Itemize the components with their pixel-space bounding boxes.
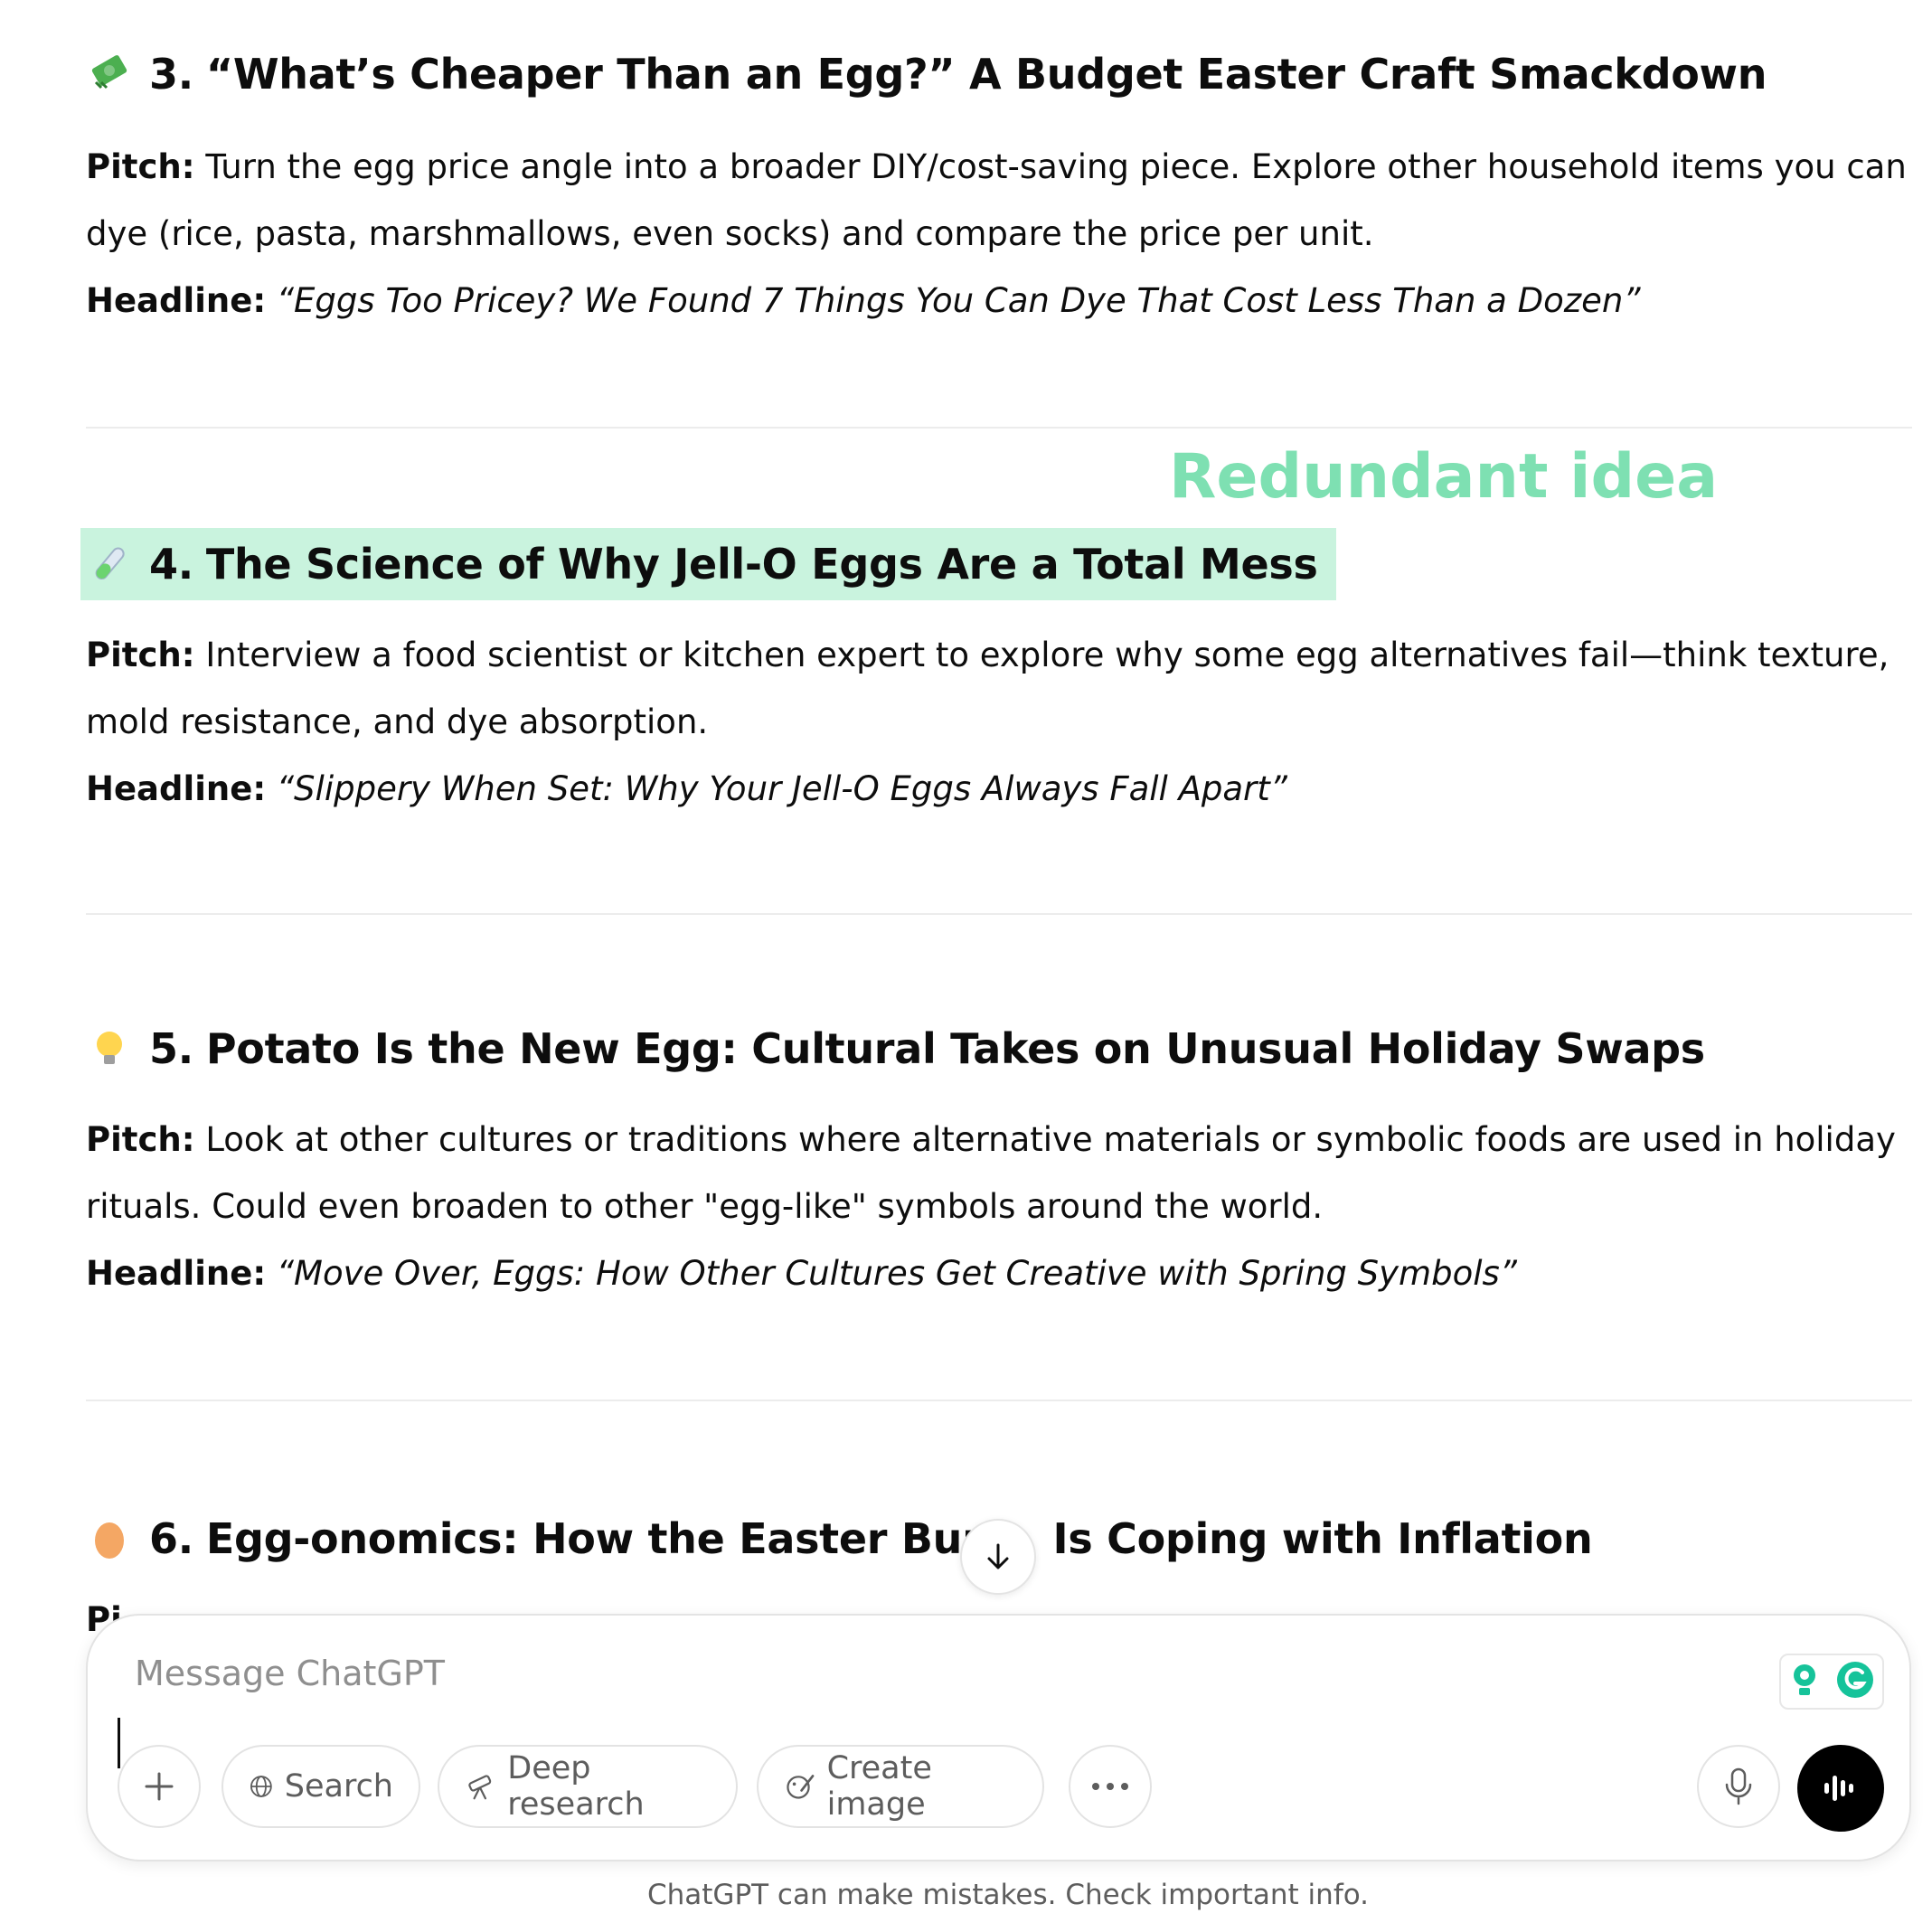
message-composer: Message ChatGPT Search Deep research Cre… [86, 1614, 1911, 1861]
divider [86, 1400, 1912, 1401]
section-title: “What’s Cheaper Than an Egg?” A Budget E… [205, 50, 1767, 99]
pitch-text-line1: Look at other cultures or traditions whe… [205, 1120, 1896, 1159]
create-image-button[interactable]: Create image [757, 1745, 1044, 1828]
voice-mode-button[interactable] [1797, 1745, 1884, 1832]
deep-research-button-label: Deep research [507, 1750, 645, 1823]
microphone-icon [1725, 1767, 1752, 1805]
pitch-label: Pitch: [86, 1120, 195, 1159]
money-with-wings-icon [86, 51, 133, 98]
headline-text: “Move Over, Eggs: How Other Cultures Get… [276, 1254, 1517, 1293]
image-brush-icon [787, 1775, 815, 1799]
headline-label: Headline: [86, 769, 267, 808]
text-caret [118, 1718, 120, 1768]
pitch-text-line1: Turn the egg price angle into a broader … [205, 147, 1907, 186]
globe-icon [250, 1776, 272, 1797]
section-number: 3. [149, 50, 193, 99]
section-title: Potato Is the New Egg: Cultural Takes on… [205, 1024, 1705, 1073]
more-options-button[interactable] [1069, 1745, 1152, 1828]
section-title-part2: Is Coping with Inflation [1052, 1514, 1593, 1563]
search-button[interactable]: Search [221, 1745, 420, 1828]
section-heading: 5. Potato Is the New Egg: Cultural Takes… [86, 1013, 1705, 1085]
deep-research-button[interactable]: Deep research [438, 1745, 738, 1828]
section-title: The Science of Why Jell-O Eggs Are a Tot… [205, 540, 1318, 589]
section-title-part1: Egg-onomics: How the Easter Bun [205, 1514, 992, 1563]
divider [86, 913, 1912, 915]
disclaimer-text: ChatGPT can make mistakes. Check importa… [646, 1879, 1370, 1911]
headline-text: “Slippery When Set: Why Your Jell-O Eggs… [276, 769, 1287, 808]
scroll-down-button[interactable] [960, 1519, 1036, 1595]
grammarly-icon[interactable] [1835, 1660, 1875, 1703]
search-button-label: Search [284, 1768, 393, 1805]
dictate-button[interactable] [1697, 1745, 1780, 1828]
section-heading: 6. Egg-onomics: How the Easter Bun Is Co… [86, 1503, 1593, 1575]
pitch-paragraph: Pitch: Interview a food scientist or kit… [86, 622, 1912, 823]
light-bulb-icon [86, 1025, 133, 1072]
headline-label: Headline: [86, 1254, 267, 1293]
pitch-paragraph: Pitch: Look at other cultures or traditi… [86, 1107, 1912, 1307]
headline-label: Headline: [86, 281, 267, 320]
ellipsis-icon [1092, 1783, 1128, 1790]
section-heading: 3. “What’s Cheaper Than an Egg?” A Budge… [86, 38, 1767, 110]
add-attachment-button[interactable] [118, 1745, 201, 1828]
section-number: 5. [149, 1024, 193, 1073]
section-number: 6. [149, 1514, 193, 1563]
pitch-label: Pitch: [86, 147, 195, 186]
bulb-extension-icon[interactable] [1788, 1661, 1821, 1702]
pitch-text-line1: Interview a food scientist or kitchen ex… [205, 636, 1890, 674]
create-image-button-label: Create image [826, 1750, 932, 1823]
headline-text: “Eggs Too Pricey? We Found 7 Things You … [276, 281, 1641, 320]
message-input[interactable]: Message ChatGPT [135, 1654, 445, 1693]
egg-icon [86, 1515, 133, 1562]
pitch-text-line2: mold resistance, and dye absorption. [86, 702, 709, 741]
divider [86, 427, 1912, 429]
arrow-down-icon [987, 1543, 1009, 1569]
extension-icons [1779, 1654, 1884, 1710]
annotation-label: Redundant idea [1169, 441, 1719, 513]
section-number: 4. [149, 540, 193, 589]
pitch-text-line2: dye (rice, pasta, marshmallows, even soc… [86, 214, 1374, 253]
pitch-text-line2: rituals. Could even broaden to other "eg… [86, 1187, 1324, 1226]
pitch-paragraph: Pitch: Turn the egg price angle into a b… [86, 134, 1912, 335]
waveform-icon [1824, 1776, 1853, 1801]
section-heading-highlighted: 4. The Science of Why Jell-O Eggs Are a … [80, 528, 1336, 600]
pitch-label: Pitch: [86, 636, 195, 674]
test-tube-icon [86, 541, 133, 588]
telescope-icon [468, 1775, 492, 1800]
plus-icon [145, 1772, 174, 1801]
